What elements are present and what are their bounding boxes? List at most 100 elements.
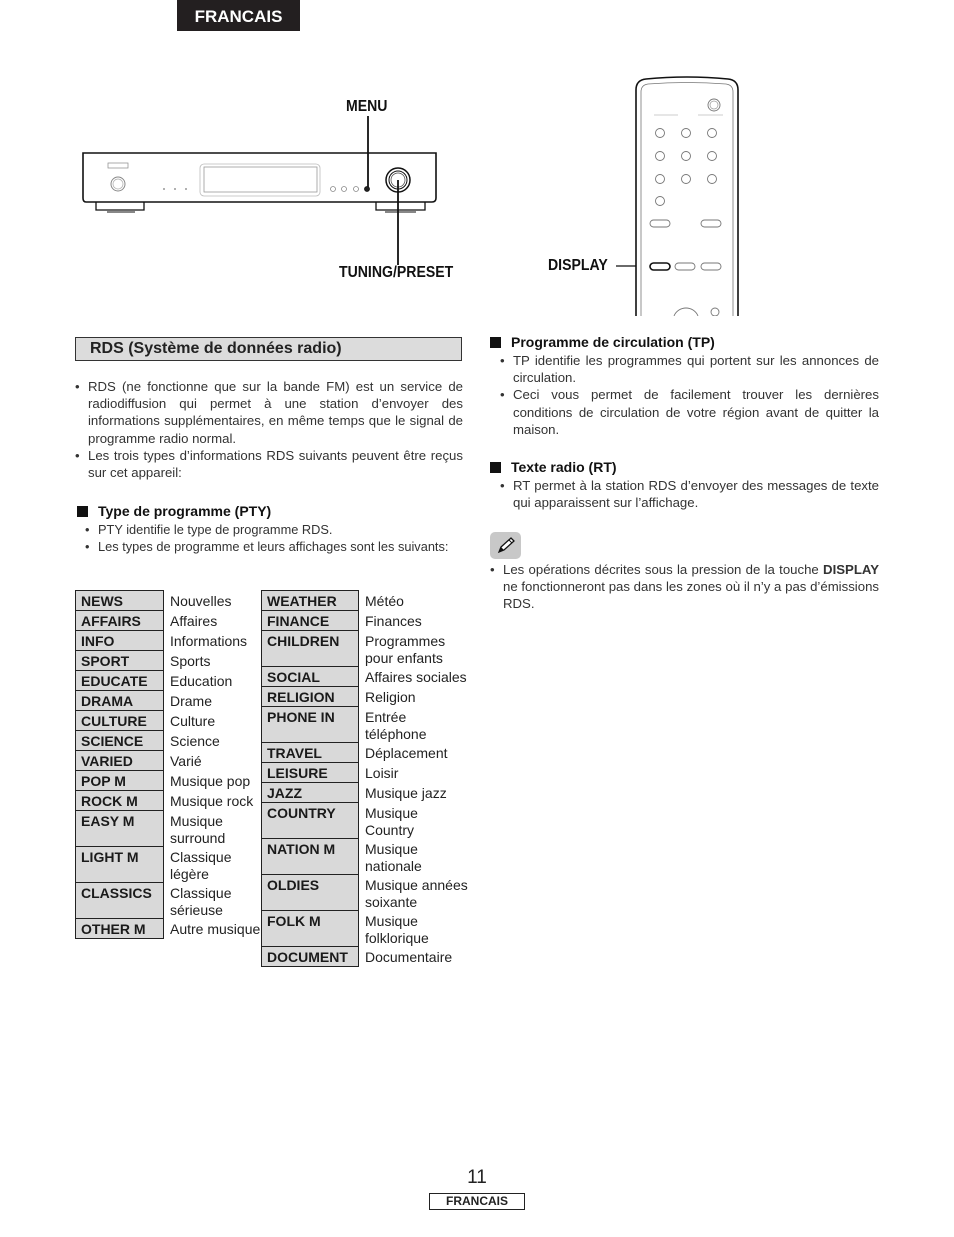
pty-code: CULTURE: [75, 710, 164, 731]
pty-description: Documentaire: [365, 948, 453, 965]
pty-description: Informations: [170, 632, 248, 649]
note-text: ne fonctionneront pas dans les zones où …: [503, 579, 879, 612]
pty-section-title: Type de programme (PTY): [77, 503, 271, 519]
pty-description: Musique surround: [170, 812, 226, 846]
pty-description: Religion: [365, 688, 416, 705]
pty-description: Déplacement: [365, 744, 448, 761]
pty-code: AFFAIRS: [75, 610, 164, 631]
pty-table-row: JAZZ Musique jazz: [261, 782, 471, 803]
square-bullet-icon: [490, 336, 501, 348]
rt-title-text: Texte radio (RT): [511, 459, 617, 475]
pty-table-row: OLDIES Musique années soixante: [261, 874, 471, 911]
pty-code: DRAMA: [75, 690, 164, 711]
pty-table-right: WEATHER Météo FINANCE Finances CHILDREN Progr…: [261, 590, 471, 967]
pty-code: SPORT: [75, 650, 164, 671]
pty-table-row: FINANCE Finances: [261, 610, 471, 631]
pty-description: Musique nationale: [365, 840, 422, 874]
remote-control-illustration: [635, 76, 739, 316]
pty-description: Classique sérieuse: [170, 884, 232, 918]
pty-description: Varié: [170, 752, 202, 769]
pencil-icon: [490, 532, 521, 559]
pty-code: PHONE IN: [261, 706, 359, 743]
pty-code: SOCIAL: [261, 666, 359, 687]
pty-description: Affaires sociales: [365, 668, 467, 685]
pty-title-text: Type de programme (PTY): [98, 503, 272, 519]
pty-table-row: ROCK M Musique rock: [75, 790, 263, 811]
pty-code: DOCUMENT: [261, 946, 359, 967]
square-bullet-icon: [490, 461, 501, 473]
pty-code: FINANCE: [261, 610, 359, 631]
tp-title-text: Programme de circulation (TP): [511, 334, 715, 350]
pty-description: Autre musique: [170, 920, 261, 937]
display-key-label: DISPLAY: [823, 562, 879, 577]
pty-description: Drame: [170, 692, 213, 709]
display-callout: DISPLAY: [548, 257, 608, 274]
pty-table-row: DRAMA Drame: [75, 690, 263, 711]
pty-description: Musique rock: [170, 792, 254, 809]
pty-table-row: RELIGION Religion: [261, 686, 471, 707]
callout-lines: [367, 116, 651, 267]
pty-table-row: COUNTRY Musique Country: [261, 802, 471, 839]
pty-code: NEWS: [75, 590, 164, 611]
pty-table-row: NATION M Musique nationale: [261, 838, 471, 875]
pty-code: VARIED: [75, 750, 164, 771]
pty-table-row: EDUCATE Education: [75, 670, 263, 691]
pty-code: TRAVEL: [261, 742, 359, 763]
pty-code: COUNTRY: [261, 802, 359, 839]
pty-code: LEISURE: [261, 762, 359, 783]
tuning-preset-callout: TUNING/PRESET: [339, 264, 454, 281]
pty-code: SCIENCE: [75, 730, 164, 751]
pty-code: ROCK M: [75, 790, 164, 811]
pty-code: EASY M: [75, 810, 164, 847]
menu-callout: MENU: [346, 98, 388, 115]
note: Les opérations décrites sous la pression…: [490, 561, 879, 613]
pty-bullet: Les types de programme et leurs affichag…: [85, 538, 463, 555]
pty-description: Education: [170, 672, 233, 689]
pty-table-row: OTHER M Autre musique: [75, 918, 263, 939]
pty-description: Finances: [365, 612, 422, 629]
tp-bullets: TP identifie les programmes qui portent …: [500, 352, 879, 438]
pty-code: RELIGION: [261, 686, 359, 707]
pty-table-row: TRAVEL Déplacement: [261, 742, 471, 763]
rds-section-header: RDS (Système de données radio): [75, 337, 462, 361]
pty-description: Loisir: [365, 764, 399, 781]
pty-table-row: CHILDREN Programmes pour enfants: [261, 630, 471, 667]
pty-description: Musique jazz: [365, 784, 447, 801]
footer-language-label: FRANCAIS: [429, 1193, 525, 1210]
pty-description: Nouvelles: [170, 592, 232, 609]
pty-description: Musique Country: [365, 804, 418, 838]
pty-bullet: PTY identifie le type de programme RDS.: [85, 521, 463, 538]
pty-description: Programmes pour enfants: [365, 632, 446, 666]
pty-table-row: DOCUMENT Documentaire: [261, 946, 471, 967]
pty-bullets: PTY identifie le type de programme RDS. …: [85, 521, 463, 556]
pty-description: Météo: [365, 592, 404, 609]
rt-bullets: RT permet à la station RDS d’envoyer des…: [500, 477, 879, 511]
pty-code: CLASSICS: [75, 882, 164, 919]
pty-code: JAZZ: [261, 782, 359, 803]
tp-bullet: TP identifie les programmes qui portent …: [500, 352, 879, 386]
pty-table-row: NEWS Nouvelles: [75, 590, 263, 611]
note-text: Les opérations décrites sous la pression…: [503, 562, 824, 577]
square-bullet-icon: [77, 505, 88, 517]
pty-table-row: VARIED Varié: [75, 750, 263, 771]
pty-description: Musique années soixante: [365, 876, 468, 910]
pty-code: NATION M: [261, 838, 359, 875]
pty-code: CHILDREN: [261, 630, 359, 667]
pty-table-row: FOLK M Musique folklorique: [261, 910, 471, 947]
pty-table-row: CLASSICS Classique sérieuse: [75, 882, 263, 919]
pty-table-row: SPORT Sports: [75, 650, 263, 671]
pty-code: EDUCATE: [75, 670, 164, 691]
pty-code: LIGHT M: [75, 846, 164, 883]
pty-table-row: EASY M Musique surround: [75, 810, 263, 847]
pty-code: OTHER M: [75, 918, 164, 939]
page-number: 11: [467, 1167, 487, 1188]
rt-section-title: Texte radio (RT): [490, 459, 617, 475]
rds-intro: RDS (ne fonctionne que sur la bande FM) …: [75, 378, 463, 481]
pty-code: POP M: [75, 770, 164, 791]
pty-description: Musique pop: [170, 772, 251, 789]
pty-table-row: AFFAIRS Affaires: [75, 610, 263, 631]
pty-description: Affaires: [170, 612, 218, 629]
pty-description: Science: [170, 732, 220, 749]
pty-table-row: INFO Informations: [75, 630, 263, 651]
tp-bullet: Ceci vous permet de facilement trouver l…: [500, 386, 879, 438]
